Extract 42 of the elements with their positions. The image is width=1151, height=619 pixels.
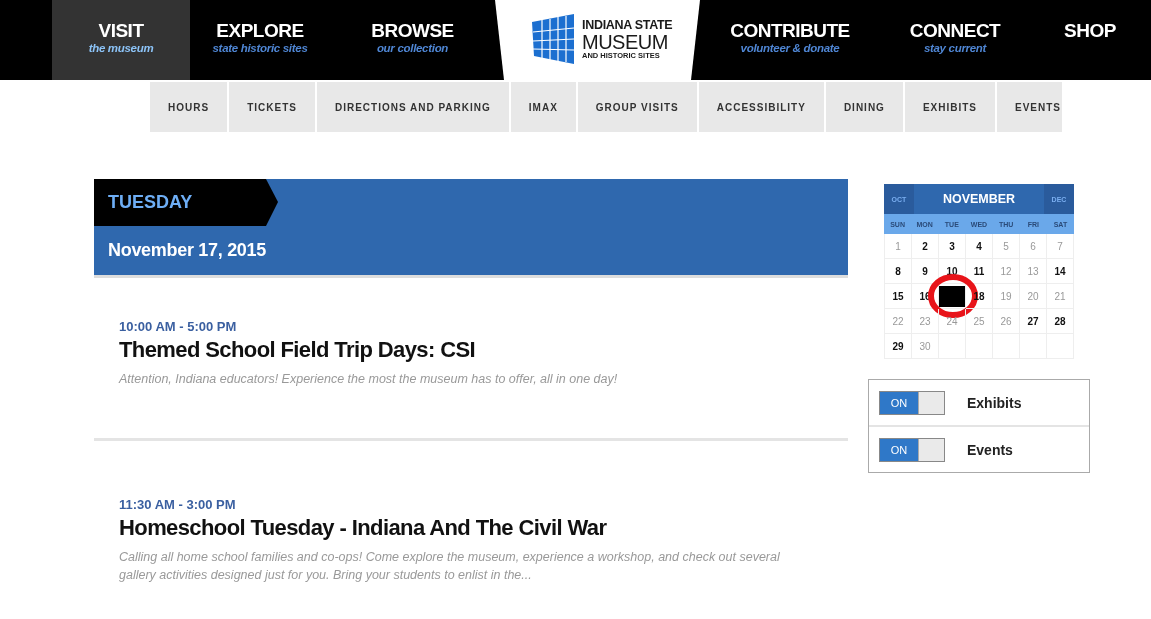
- subnav-link[interactable]: ACCESSIBILITY: [698, 82, 826, 132]
- filter-label: Exhibits: [967, 394, 1022, 411]
- month-title: NOVEMBER: [941, 191, 1017, 208]
- event-title[interactable]: Homeschool Tuesday - Indiana And The Civil War: [119, 515, 848, 541]
- event-time: 10:00 AM - 5:00 PM: [119, 319, 238, 334]
- event-title[interactable]: Themed School Field Trip Days: CSI: [119, 337, 848, 363]
- filter-label: Events: [967, 441, 1013, 458]
- calendar-day[interactable]: 15: [892, 290, 904, 302]
- calendar-day[interactable]: 10: [946, 265, 958, 277]
- event-summary: Calling all home school families and co-ops! Come explore the museum, experience a workshop, and check out several gallery activities designed just for you. Bring your students to enlist in the...: [119, 549, 781, 584]
- calendar-day[interactable]: 14: [1054, 265, 1066, 277]
- subnav-link[interactable]: TICKETS: [229, 82, 317, 132]
- nav-item[interactable]: SHOP: [1030, 0, 1150, 80]
- logo-text: INDIANA STATE: [582, 19, 673, 32]
- event-time: 11:30 AM - 3:00 PM: [119, 497, 237, 512]
- nav-item[interactable]: VISIT the museum: [52, 0, 190, 80]
- calendar-day[interactable]: 29: [892, 340, 904, 352]
- nav-item[interactable]: CONTRIBUTE volunteer & donate: [700, 0, 880, 80]
- nav-item[interactable]: EXPLORE state historic sites: [190, 0, 330, 80]
- calendar-day[interactable]: 9: [922, 265, 928, 277]
- calendar-day[interactable]: 8: [895, 265, 901, 277]
- calendar-day[interactable]: 27: [1027, 315, 1039, 327]
- calendar-day[interactable]: 3: [949, 240, 955, 252]
- calendar-day[interactable]: 2: [922, 240, 928, 252]
- subnav-link[interactable]: IMAX: [510, 82, 578, 132]
- calendar-day[interactable]: 4: [976, 240, 982, 252]
- subnav-link[interactable]: HOURS: [150, 82, 230, 132]
- weekday-label: TUESDAY: [108, 192, 193, 213]
- calendar-day[interactable]: 11: [973, 265, 985, 277]
- subnav-link[interactable]: DINING: [825, 82, 905, 132]
- subnav-link[interactable]: DIRECTIONS AND PARKING: [316, 82, 511, 132]
- toggle-switch[interactable]: ON: [879, 390, 945, 415]
- date-label: November 17, 2015: [108, 240, 266, 261]
- event-summary: Attention, Indiana educators! Experience the most the museum has to offer, all in one day!: [119, 371, 619, 388]
- nav-item[interactable]: CONNECT stay current: [880, 0, 1030, 80]
- subnav-link[interactable]: EVENTS: [997, 82, 1080, 132]
- subnav-link[interactable]: GROUP VISITS: [577, 82, 699, 132]
- subnav-link[interactable]: EXHIBITS: [904, 82, 997, 132]
- toggle-switch[interactable]: ON: [879, 437, 945, 462]
- calendar-day[interactable]: 28: [1054, 315, 1066, 327]
- logo-text: MUSEUM: [582, 31, 669, 52]
- nav-item[interactable]: BROWSE our collection: [330, 0, 495, 80]
